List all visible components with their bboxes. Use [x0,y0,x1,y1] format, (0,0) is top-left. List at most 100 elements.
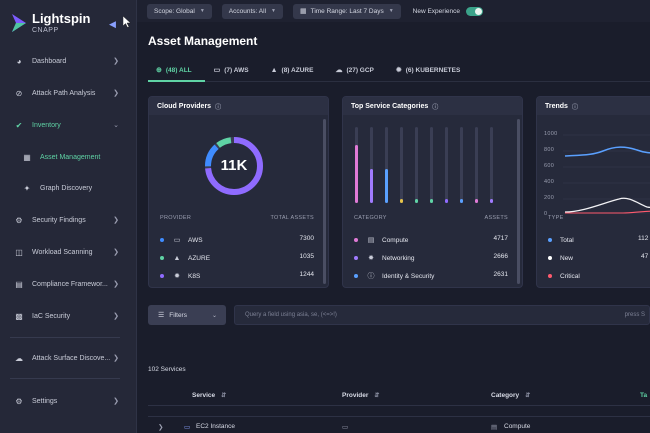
query-input[interactable]: Query a field using asia, se, (<=>!) pre… [234,305,650,325]
azure-icon: ▲ [270,66,278,74]
category-row-identity[interactable]: ⓘ Identity & Security [354,270,434,282]
th-service[interactable]: Service ⇵ [192,392,226,399]
sidebar-item-iac-security[interactable]: ▩ IaC Security ❯ [0,305,137,327]
col-type: TYPE [548,215,564,221]
service-categories-bar-chart [355,127,493,203]
category-row-compute[interactable]: ▤ Compute [354,234,408,246]
sidebar-item-workload-scanning[interactable]: ◫ Workload Scanning ❯ [0,241,137,263]
card-title: Top Service Categories [351,102,429,110]
card-scrollbar[interactable] [323,119,326,284]
sidebar-item-attack-path[interactable]: ⊘ Attack Path Analysis ❯ [0,82,137,104]
bar-cat9 [475,199,478,203]
trend-value: 112 [638,235,649,242]
legend-dot [160,256,164,260]
collapse-sidebar-icon[interactable]: ◀ [109,19,116,30]
col-assets: ASSETS [484,215,508,221]
new-experience-toggle[interactable] [465,6,483,16]
chevron-down-icon: ⌄ [113,122,119,129]
sidebar-item-label: Settings [32,397,58,405]
expand-row-icon[interactable]: ❯ [158,423,163,431]
sidebar-item-dashboard[interactable]: ◕ Dashboard ❯ [0,50,137,72]
sidebar-item-label: Workload Scanning [32,248,93,256]
filters-label: Filters [169,311,187,319]
top-bar: Scope: Global ▼ Accounts: All ▼ ▦ Time R… [137,0,650,22]
filters-button[interactable]: ☰ Filters ⌄ [148,305,226,325]
category-row-networking[interactable]: ✸ Networking [354,252,415,264]
sidebar-item-label: Security Findings [32,216,86,224]
tab-azure[interactable]: ▲ (8) AZURE [271,62,314,78]
time-range-dropdown[interactable]: ▦ Time Range: Last 7 Days ▼ [292,3,401,19]
table-row[interactable]: ❯ ▭ EC2 Instance ▭ ▤ Compute [148,416,650,433]
lightspin-logo-icon [12,14,26,32]
chevron-right-icon: ❯ [113,249,119,256]
card-header: Top Service Categories ⓘ [343,97,522,115]
sidebar-item-settings[interactable]: ⚙ Settings ❯ [0,390,137,412]
chevron-right-icon: ❯ [113,58,119,65]
app-root: Lightspin CNAPP ◀ ◕ Dashboard ❯ ⊘ Attack… [0,0,650,433]
sidebar-item-compliance[interactable]: ▤ Compliance Framewor... ❯ [0,273,137,295]
info-icon[interactable]: ⓘ [572,102,578,111]
provider-row-k8s[interactable]: ✹ K8S [160,270,200,282]
card-scrollbar[interactable] [517,119,520,284]
brand-name: Lightspin [32,11,91,26]
card-header: Trends ⓘ [537,97,650,115]
sidebar-item-label: Asset Management [40,153,101,161]
caret-down-icon: ▼ [388,8,394,14]
tab-aws[interactable]: ▭ (7) AWS [214,62,249,78]
settings-icon: ⚙ [15,396,23,406]
th-provider[interactable]: Provider ⇵ [342,392,379,399]
sidebar-item-security-findings[interactable]: ⚙ Security Findings ❯ [0,209,137,231]
legend-dot [548,256,552,260]
compute-icon: ▤ [491,424,498,431]
tab-kubernetes[interactable]: ✹ (6) KUBERNETES [396,62,460,78]
scope-dropdown[interactable]: Scope: Global ▼ [147,3,212,19]
sidebar-item-inventory[interactable]: ✔ Inventory ⌄ [0,114,137,136]
kubernetes-icon: ✹ [395,67,402,74]
cloud-providers-card: Cloud Providers ⓘ 11K PROVIDER TOTAL ASS… [148,96,329,288]
gcp-icon: ☁ [335,67,343,74]
findings-icon: ⚙ [15,215,23,225]
chevron-down-icon: ⌄ [211,312,217,319]
sort-icon: ⇵ [221,393,227,399]
sidebar-item-asset-management[interactable]: ▦ Asset Management [0,146,137,168]
sidebar-item-label: Inventory [32,121,61,129]
trend-row-new[interactable]: New [548,252,573,264]
networking-icon: ✸ [368,255,374,262]
accounts-dropdown[interactable]: Accounts: All ▼ [221,3,283,19]
col-category: CATEGORY [354,215,387,221]
query-placeholder: Query a field using asia, se, (<=>!) [245,312,337,318]
provider-row-aws[interactable]: ▭ AWS [160,234,203,246]
provider-row-azure[interactable]: ▲ AZURE [160,252,210,264]
workload-icon: ◫ [15,247,23,257]
brand-logo[interactable]: Lightspin CNAPP [12,12,91,34]
attack-path-icon: ⊘ [15,88,23,98]
legend-dot [354,274,358,278]
tab-all[interactable]: ⊕ (48) ALL [156,62,192,78]
sidebar-item-label: Attack Surface Discove... [32,354,111,362]
chevron-right-icon: ❯ [113,90,119,97]
trend-row-total[interactable]: Total [548,234,574,246]
sidebar-item-label: Compliance Framewor... [32,280,108,288]
info-icon[interactable]: ⓘ [432,102,438,111]
iac-icon: ▩ [15,311,23,321]
sort-icon: ⇵ [525,393,531,399]
active-tab-indicator [148,80,205,82]
bar-cat7 [445,199,448,203]
brand-sub: CNAPP [32,27,59,34]
trend-row-critical[interactable]: Critical [548,270,580,282]
bar-identity [385,169,388,203]
info-icon[interactable]: ⓘ [215,102,221,111]
search-hint: press S [624,312,645,318]
sidebar-item-attack-surface[interactable]: ☁ Attack Surface Discove... ❯ [0,347,137,369]
th-tags[interactable]: Ta [640,392,647,399]
th-category[interactable]: Category ⇵ [491,392,530,399]
card-title: Cloud Providers [157,102,212,110]
filter-icon: ☰ [158,312,165,319]
service-cell: EC2 Instance [196,423,236,430]
series-total-line [564,146,650,157]
services-table: Service ⇵ Provider ⇵ Category ⇵ Ta ❯ ▭ EC2 … [148,386,650,433]
tabs-divider [148,81,650,82]
sidebar-item-graph-discovery[interactable]: ✦ Graph Discovery [0,177,137,199]
legend-dot [354,238,358,242]
tab-gcp[interactable]: ☁ (27) GCP [335,62,373,78]
